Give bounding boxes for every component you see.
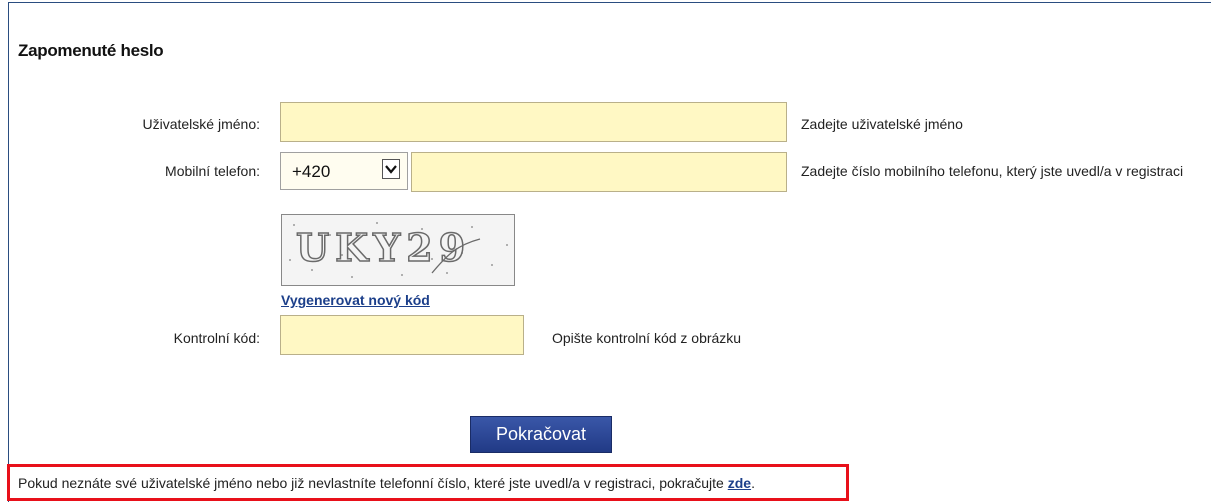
page-title: Zapomenuté heslo xyxy=(18,41,164,60)
phone-label: Mobilní telefon: xyxy=(165,163,260,179)
username-label: Uživatelské jméno: xyxy=(142,116,261,132)
notice-suffix: . xyxy=(751,475,755,491)
phone-prefix-value: +420 xyxy=(292,162,331,181)
control-code-input[interactable] xyxy=(280,315,524,355)
regenerate-code-link[interactable]: Vygenerovat nový kód xyxy=(281,292,430,308)
chevron-down-icon[interactable] xyxy=(382,159,400,179)
continue-button[interactable]: Pokračovat xyxy=(470,416,612,453)
captcha-image: UKY29 xyxy=(281,214,515,286)
notice-here-link[interactable]: zde xyxy=(728,475,751,491)
control-code-hint: Opište kontrolní kód z obrázku xyxy=(552,330,742,346)
notice-text: Pokud neznáte své uživatelské jméno nebo… xyxy=(18,475,755,491)
phone-number-input[interactable] xyxy=(411,152,787,192)
notice-box: Pokud neznáte své uživatelské jméno nebo… xyxy=(7,464,849,501)
control-code-label: Kontrolní kód: xyxy=(173,330,260,346)
phone-prefix-select[interactable]: +420 xyxy=(280,152,408,190)
phone-hint: Zadejte číslo mobilního telefonu, který … xyxy=(801,163,1184,179)
captcha-text: UKY29 xyxy=(296,225,471,270)
username-hint: Zadejte uživatelské jméno xyxy=(801,116,963,132)
notice-message: Pokud neznáte své uživatelské jméno nebo… xyxy=(18,475,728,491)
username-input[interactable] xyxy=(280,102,787,142)
